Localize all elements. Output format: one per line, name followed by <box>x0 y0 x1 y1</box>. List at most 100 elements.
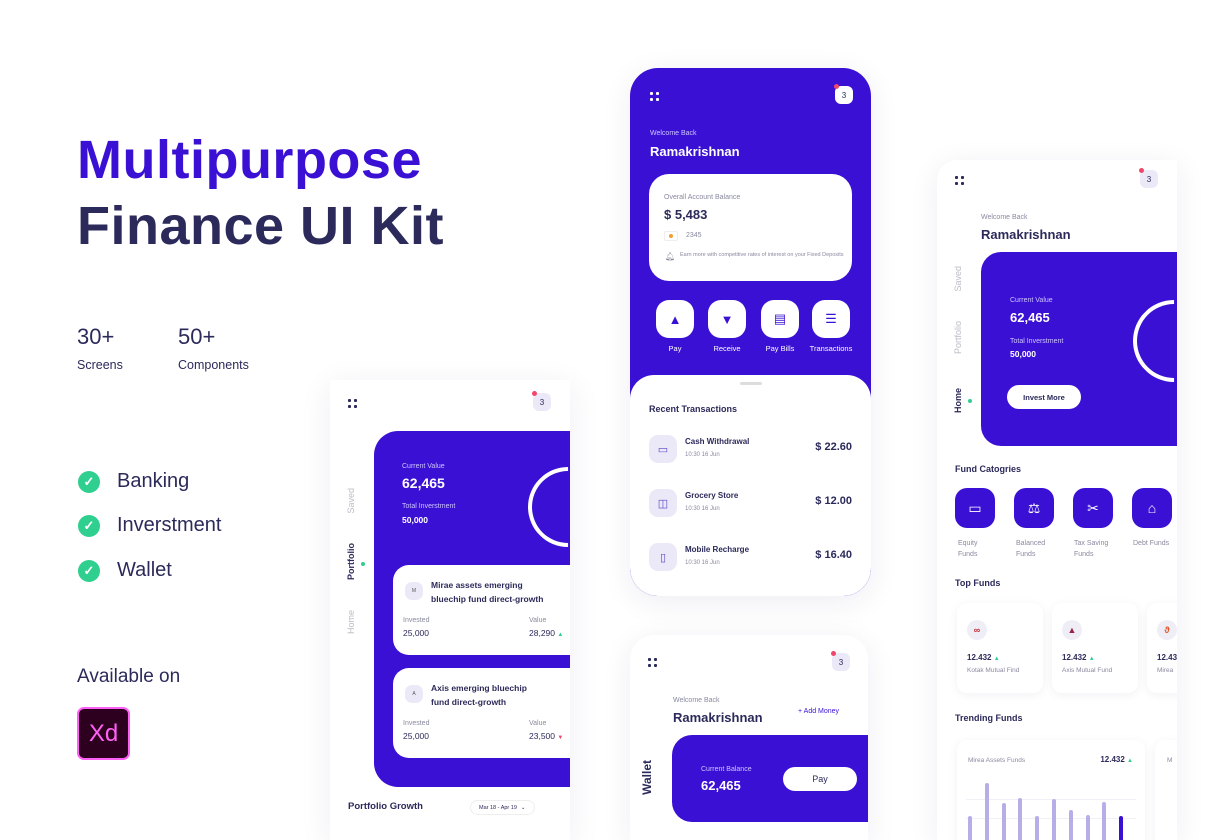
welcome-label: Welcome Back <box>673 697 720 704</box>
invest-more-button[interactable]: Invest More <box>1007 385 1081 409</box>
trending-value-text: 12.432 <box>1100 755 1125 764</box>
wallet-side-label: Wallet <box>640 760 654 795</box>
notification-badge[interactable]: 3 <box>1139 168 1158 188</box>
portfolio-card: Current Value 62,465 Total Inverstment 5… <box>374 431 570 787</box>
date-range-select[interactable]: Mar 18 - Apr 19 ⌄ <box>470 800 535 815</box>
feature-investment: ✓ Inverstment <box>78 514 221 537</box>
fund-name: Kotak Mutual Find <box>967 667 1020 674</box>
check-icon: ✓ <box>78 559 100 582</box>
notification-badge[interactable]: 3 <box>831 651 850 671</box>
trending-bar <box>1085 814 1090 840</box>
arrow-down-icon: ▼ <box>720 311 734 327</box>
list-icon: ☰ <box>825 311 837 326</box>
trending-fund-name: Mirea Assets Funds <box>968 757 1026 764</box>
bag-icon: ⌂ <box>1147 500 1157 516</box>
check-icon: ✓ <box>78 470 100 493</box>
menu-grid-icon[interactable] <box>348 399 357 408</box>
category-label-line: Funds <box>1074 551 1094 559</box>
menu-grid-icon[interactable] <box>648 658 657 667</box>
category-label-line: Tax Saving <box>1074 540 1109 547</box>
transaction-amount: $ 16.40 <box>815 549 852 561</box>
fund-card[interactable]: M Mirae assets emerging bluechip fund dir… <box>393 565 570 655</box>
top-fund-card[interactable]: ∞ 12.432 ▲ Kotak Mutual Find <box>957 603 1043 693</box>
notification-badge[interactable]: 3 <box>834 84 853 104</box>
adobe-xd-logo: Xd <box>77 707 130 760</box>
transactions-button[interactable]: ☰ <box>812 300 850 338</box>
add-money-link[interactable]: + Add Money <box>798 708 839 715</box>
top-fund-card[interactable]: ▲ 12.432 ▲ Axis Mutual Fund <box>1052 603 1138 693</box>
transaction-amount: $ 22.60 <box>815 441 852 453</box>
wallet-card: Current Balance 62,465 Pay <box>672 735 868 822</box>
transaction-time: 10:30 16 Jun <box>685 560 720 566</box>
bag-icon: ◫ <box>649 489 677 517</box>
transaction-name: Grocery Store <box>685 491 739 500</box>
hero-title-line2: Finance UI Kit <box>77 196 445 256</box>
stat-screens: 30+ Screens <box>77 324 123 372</box>
current-value: 62,465 <box>1010 310 1050 325</box>
action-label: Receive <box>713 344 741 353</box>
trend-down-icon: ▼ <box>557 735 564 741</box>
notification-badge[interactable]: 3 <box>532 391 551 411</box>
category-label-line: Funds <box>958 551 978 559</box>
value-label: Value <box>529 617 547 624</box>
chevron-down-icon: ⌄ <box>520 804 526 811</box>
fund-value: 12.432 ▲ <box>967 653 1000 662</box>
fund-categories-title: Fund Catogries <box>955 464 1022 474</box>
hero-title-line1: Multipurpose <box>77 130 422 190</box>
fund-name-line: Axis emerging bluechip <box>431 683 527 693</box>
pay-button[interactable]: ▲ <box>656 300 694 338</box>
current-value-label: Current Value <box>402 463 445 470</box>
tab-home[interactable]: Home <box>953 388 963 413</box>
welcome-label: Welcome Back <box>650 130 697 137</box>
phone-icon: ▯ <box>649 543 677 571</box>
trending-bar <box>1119 816 1124 840</box>
receive-button[interactable]: ▼ <box>708 300 746 338</box>
tab-saved[interactable]: Saved <box>346 488 356 514</box>
balance-card: Overall Account Balance $ 5,483 2345 🔔︎ … <box>649 174 852 281</box>
pay-bills-button[interactable]: ▤ <box>761 300 799 338</box>
cash-icon: ▭ <box>649 435 677 463</box>
menu-grid-icon[interactable] <box>650 92 659 101</box>
promo-text: Earn more with competitive rates of inte… <box>680 252 844 258</box>
trending-bar <box>1102 801 1107 840</box>
total-investment: 50,000 <box>1010 349 1036 359</box>
tab-portfolio[interactable]: Portfolio <box>346 543 356 580</box>
debt-funds-button[interactable]: ⌂ <box>1132 488 1172 528</box>
fund-avatar: M <box>405 582 423 600</box>
trending-bar <box>1035 816 1040 840</box>
balanced-funds-button[interactable]: ⚖︎ <box>1014 488 1054 528</box>
invest-screen: 3 Welcome Back Ramakrishnan Saved Portfo… <box>937 160 1177 840</box>
trending-fund-card[interactable]: Mirea Assets Funds 12.432 ▲ <box>957 740 1145 840</box>
tab-saved[interactable]: Saved <box>953 266 963 292</box>
fund-value-text: 12.432 <box>967 653 992 662</box>
stat-label: Screens <box>77 358 123 372</box>
fund-value-text: 28,290 <box>529 628 555 638</box>
tax-saving-funds-button[interactable]: ✂︎ <box>1073 488 1113 528</box>
trending-bar <box>1001 802 1006 840</box>
tab-home[interactable]: Home <box>346 610 356 634</box>
transaction-amount: $ 12.00 <box>815 495 852 507</box>
total-investment-label: Total Inverstment <box>402 503 456 510</box>
top-fund-card[interactable]: ϑ 12.43 Mirea <box>1147 603 1177 693</box>
tab-portfolio[interactable]: Portfolio <box>953 321 963 354</box>
fund-value: 12.432 ▲ <box>1062 653 1095 662</box>
balance-label: Overall Account Balance <box>664 194 741 201</box>
cash-icon: ▭ <box>968 499 982 516</box>
sheet-handle[interactable] <box>740 382 762 385</box>
transaction-name: Cash Withdrawal <box>685 437 750 446</box>
trend-up-icon: ▲ <box>1127 758 1133 764</box>
feature-wallet: ✓ Wallet <box>78 559 172 582</box>
equity-funds-button[interactable]: ▭ <box>955 488 995 528</box>
pay-button[interactable]: Pay <box>783 767 857 791</box>
trend-up-icon: ▲ <box>557 632 564 638</box>
fund-value: 23,500 ▼ <box>529 731 563 741</box>
date-range-text: Mar 18 - Apr 19 <box>479 804 517 811</box>
portfolio-growth-title: Portfolio Growth <box>348 801 423 812</box>
fund-card[interactable]: A Axis emerging bluechip fund direct-grow… <box>393 668 570 758</box>
mirae-logo-icon: ϑ <box>1157 620 1177 640</box>
category-label: Balanced Funds <box>1016 538 1045 560</box>
invested-label: Invested <box>403 617 430 624</box>
menu-grid-icon[interactable] <box>955 176 964 185</box>
trending-bar <box>984 783 989 840</box>
trending-fund-card[interactable]: M <box>1155 740 1177 840</box>
